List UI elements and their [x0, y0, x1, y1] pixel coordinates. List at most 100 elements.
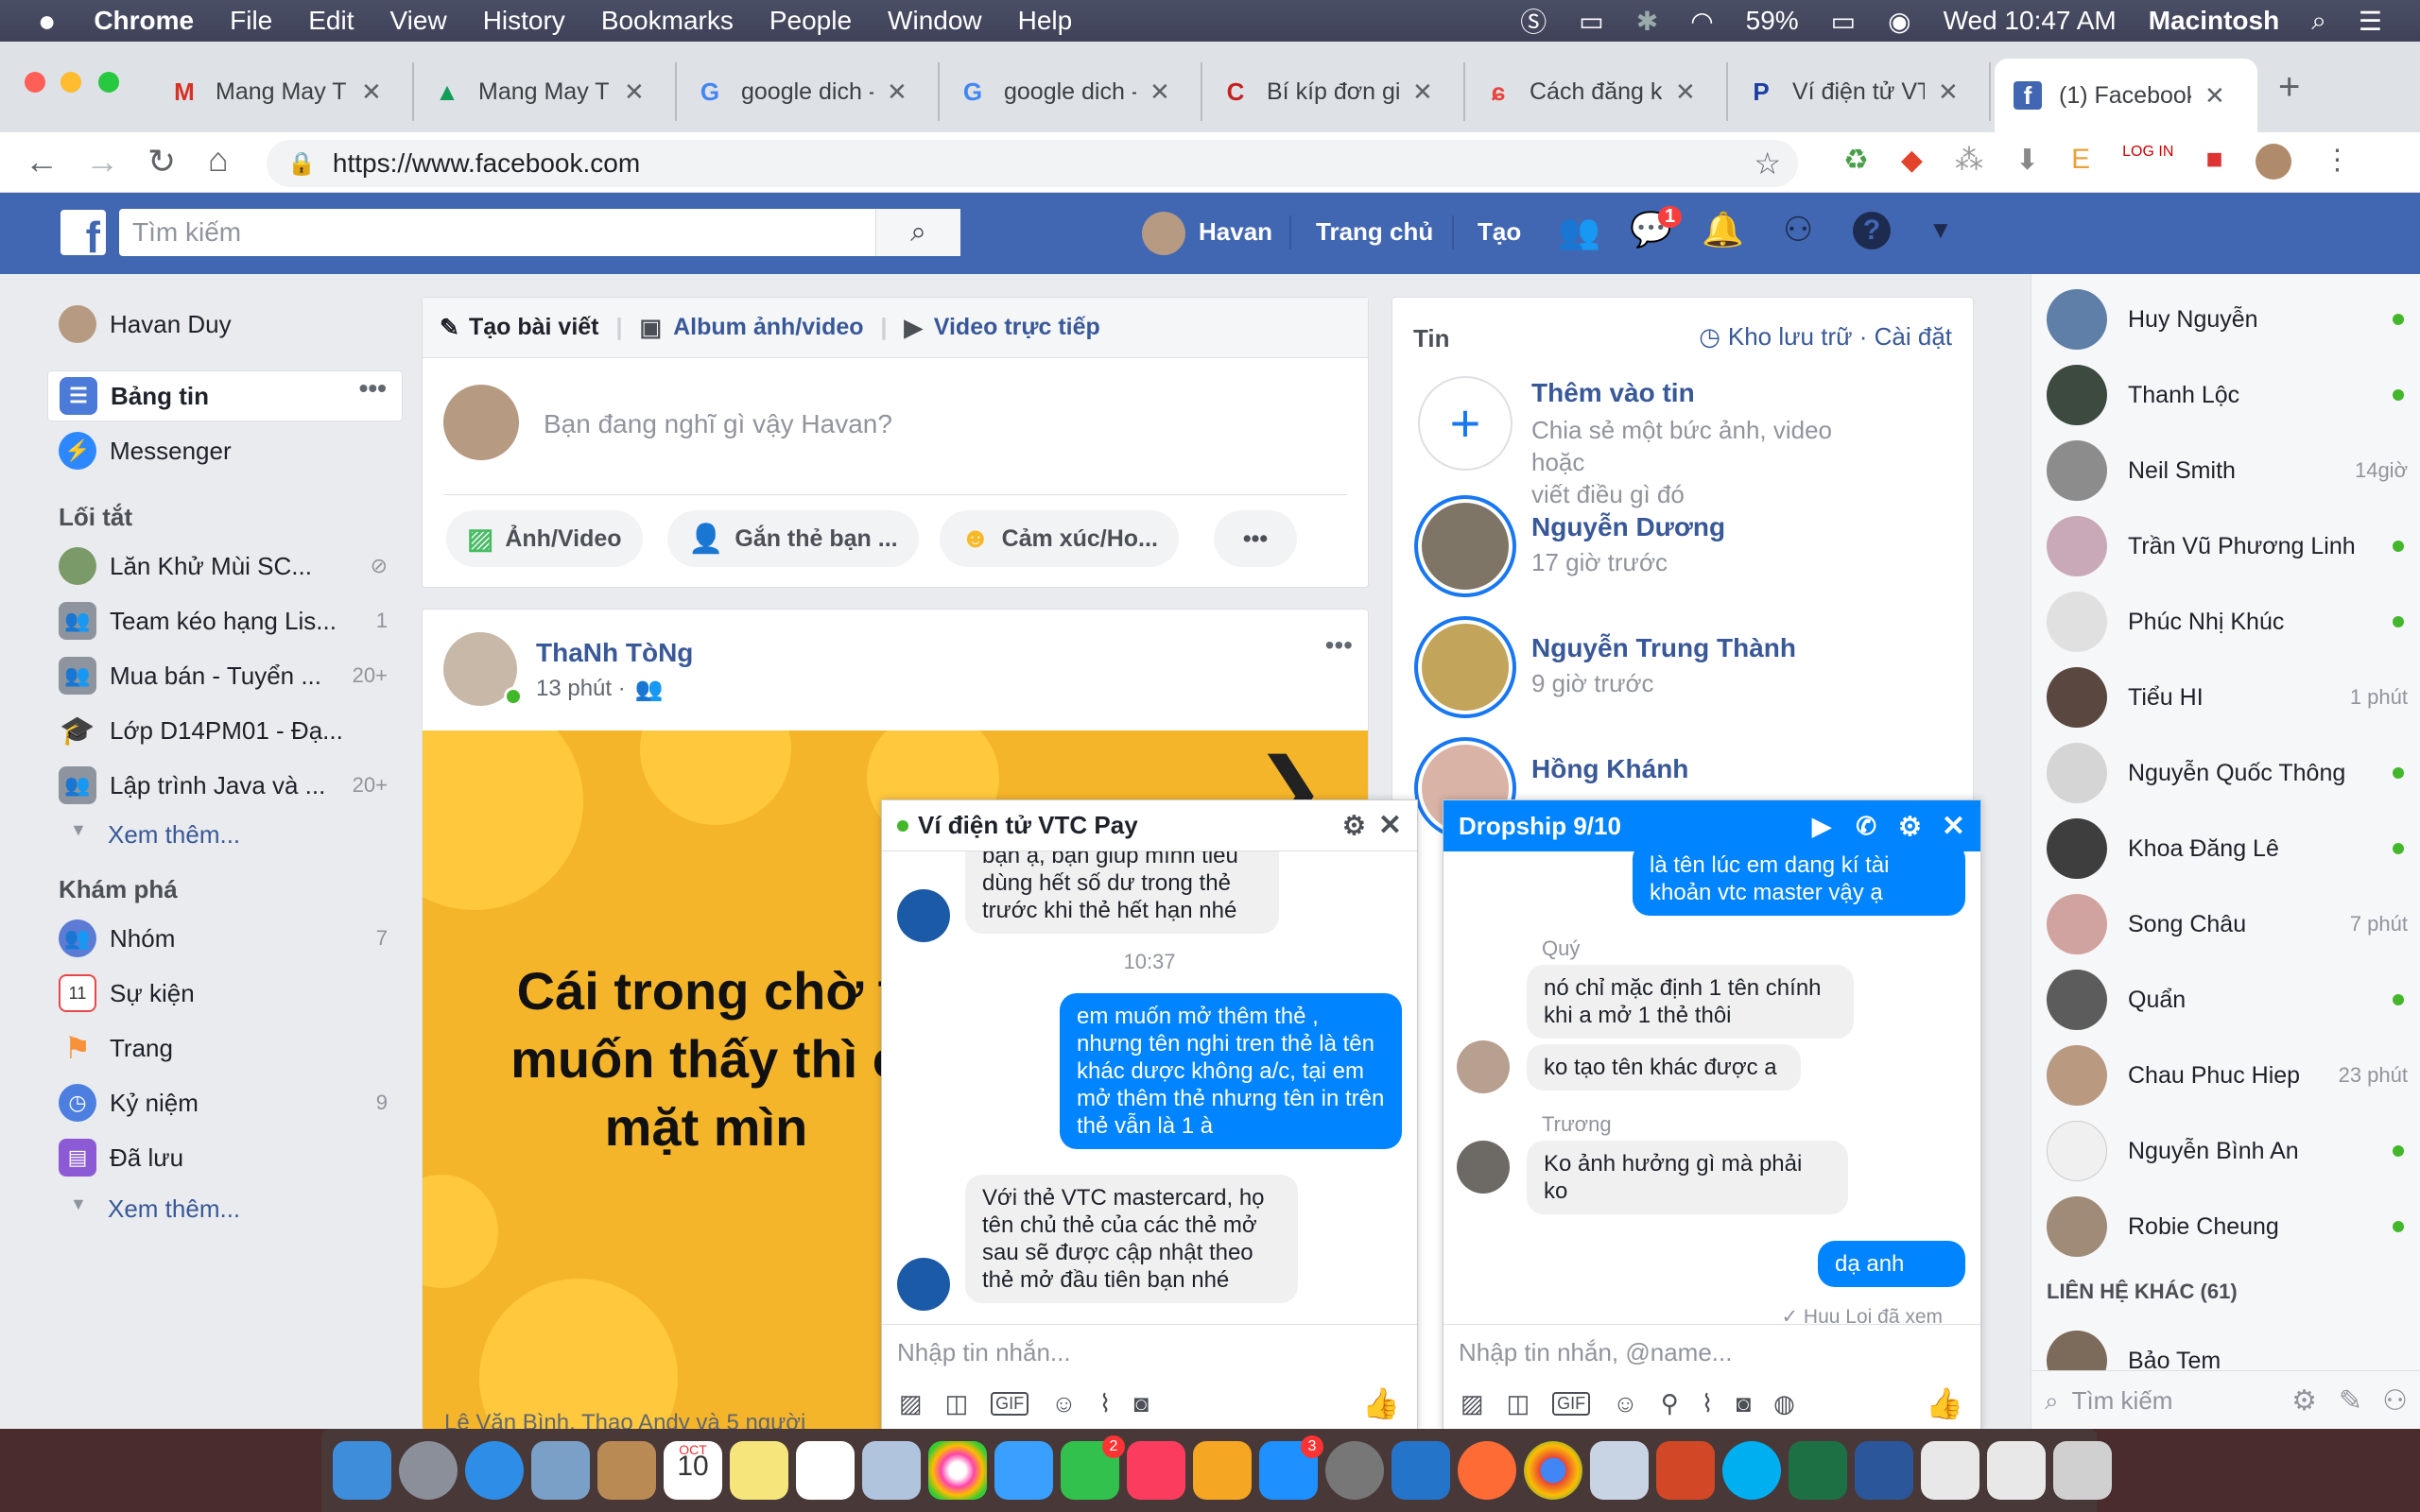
preview-icon[interactable] — [862, 1441, 921, 1500]
stories-links[interactable]: ◷ Kho lưu trữ · Cài đặt — [1699, 322, 1952, 352]
tab-live-video[interactable]: ▶ Video trực tiếp — [905, 314, 1100, 342]
ibooks-icon[interactable] — [1193, 1441, 1252, 1500]
e-extension-icon[interactable]: E — [2071, 144, 2090, 180]
skype-icon[interactable] — [1722, 1441, 1781, 1500]
add-story[interactable]: + Thêm vào tin Chia sẻ một bức ảnh, vide… — [1414, 376, 1849, 508]
contact-item[interactable]: Trần Vũ Phương Linh — [2047, 508, 2417, 584]
chat-header[interactable]: Dropship 9/10 ▶ ✆ ⚙ ✕ — [1443, 800, 1980, 851]
tree-extension-icon[interactable]: ⁂ — [1955, 144, 1983, 180]
calendar-icon[interactable]: OCT 10 — [664, 1441, 722, 1500]
home-icon[interactable]: ⌂ — [208, 140, 229, 180]
downloads-stack-icon[interactable] — [1987, 1441, 2046, 1500]
search-input[interactable]: Tìm kiếm ⌕ — [119, 209, 960, 256]
notifications-icon[interactable]: 🔔 — [1702, 210, 1744, 249]
new-message-icon[interactable]: ✎ — [2339, 1384, 2362, 1418]
word-icon[interactable] — [1855, 1441, 1913, 1500]
profile-link[interactable]: Havan Duy — [47, 299, 403, 350]
zoom-window-button[interactable] — [98, 72, 119, 93]
post-options-icon[interactable]: ••• — [1325, 630, 1353, 661]
gear-icon[interactable]: ⚙ — [1898, 811, 1922, 842]
payment-icon[interactable]: ⚲ — [1661, 1389, 1679, 1418]
finder-icon[interactable] — [333, 1441, 391, 1500]
battery-icon[interactable]: ▭ — [1831, 6, 1856, 37]
app-store-icon[interactable]: 3 — [1259, 1435, 1323, 1500]
address-bar[interactable]: 🔒 https://www.facebook.com ☆ — [267, 140, 1798, 187]
close-tab-icon[interactable]: ✕ — [1412, 77, 1433, 107]
feeling-button[interactable]: ☻ Cảm xúc/Ho... — [940, 510, 1179, 567]
forward-icon[interactable]: → — [85, 142, 119, 181]
archive-settings-link[interactable]: Kho lưu trữ · Cài đặt — [1728, 322, 1952, 352]
phone-icon[interactable]: ✆ — [1856, 812, 1876, 841]
sidebar-item-memories[interactable]: ◷ Kỷ niệm 9 — [47, 1077, 403, 1128]
sidebar-item-events[interactable]: 11 Sự kiện — [47, 968, 403, 1019]
browser-tab[interactable]: ɕ Cách đăng ký ✕ — [1465, 62, 1728, 121]
login-extension-icon[interactable]: LOG IN — [2122, 144, 2173, 180]
sidebar-item-pages[interactable]: ⚑ Trang — [47, 1022, 403, 1074]
voice-icon[interactable]: ◍ — [1773, 1389, 1795, 1418]
itunes-icon[interactable] — [1127, 1441, 1185, 1500]
tab-photo-album[interactable]: ▣ Album ảnh/video — [640, 314, 864, 342]
browser-tab[interactable]: Ggoogle dich - Tìm ✕ — [940, 62, 1202, 121]
postman-icon[interactable] — [1458, 1441, 1516, 1500]
sidebar-item-groups[interactable]: 👥 Nhóm 7 — [47, 913, 403, 964]
attach-icon[interactable]: ⌇ — [1099, 1389, 1112, 1418]
gitlab-extension-icon[interactable]: ◆ — [1901, 144, 1923, 180]
sidebar-item-saved[interactable]: ▤ Đã lưu — [47, 1132, 403, 1183]
close-tab-icon[interactable]: ✕ — [2204, 81, 2225, 111]
reload-icon[interactable]: ↻ — [147, 142, 176, 181]
gear-icon[interactable]: ⚙ — [2291, 1384, 2317, 1418]
contacts-search[interactable]: ⌕ Tìm kiếm ⚙ ✎ ⚇ — [2031, 1370, 2420, 1431]
photos-icon[interactable] — [928, 1441, 987, 1500]
shortcut-item[interactable]: 🎓 Lớp D14PM01 - Đạ... — [47, 705, 403, 756]
red-extension-icon[interactable]: ■ — [2205, 144, 2222, 180]
system-preferences-icon[interactable] — [1325, 1441, 1384, 1500]
contact-item[interactable]: Khoa Đăng Lê — [2047, 811, 2417, 886]
image-icon[interactable]: ▨ — [899, 1389, 923, 1418]
like-icon[interactable]: 👍 — [1926, 1385, 1963, 1421]
user-menu[interactable]: Macintosh — [2149, 6, 2279, 36]
battery-percent[interactable]: 59% — [1746, 6, 1799, 36]
new-tab-button[interactable]: + — [2278, 66, 2300, 109]
nav-home[interactable]: Trang chủ — [1316, 217, 1433, 247]
spotlight-icon[interactable]: ⌕ — [2311, 6, 2326, 37]
video-call-icon[interactable]: ▶ — [1812, 812, 1831, 841]
see-more-link[interactable]: Xem thêm... — [108, 820, 240, 850]
facebook-logo-icon[interactable]: f — [60, 210, 106, 262]
tag-friends-button[interactable]: 👤 Gắn thẻ bạn ... — [667, 510, 919, 567]
contact-item[interactable]: Tiểu HI 1 phút — [2047, 660, 2417, 735]
camera-icon[interactable]: ◙ — [1736, 1389, 1751, 1418]
screenshot-icon[interactable] — [1590, 1441, 1649, 1500]
browser-tab[interactable]: M Mang May Tính ✕ — [151, 62, 414, 121]
new-group-icon[interactable]: ⚇ — [2382, 1384, 2408, 1418]
sidebar-item-feed[interactable]: ☰ Bảng tin ••• — [47, 370, 403, 421]
sticker-icon[interactable]: ◫ — [1507, 1389, 1530, 1418]
image-icon[interactable]: ▨ — [1461, 1389, 1484, 1418]
menu-window[interactable]: Window — [888, 6, 982, 36]
mail-icon[interactable] — [531, 1441, 590, 1500]
close-tab-icon[interactable]: ✕ — [1150, 77, 1170, 107]
contact-item[interactable]: Nguyễn Bình An — [2047, 1113, 2417, 1189]
vscode-icon[interactable] — [1392, 1441, 1450, 1500]
menu-view[interactable]: View — [390, 6, 447, 36]
quick-help-icon[interactable]: ⚇ — [1783, 210, 1813, 249]
shortcut-item[interactable]: 👥 Team kéo hạng Lis... 1 — [47, 595, 403, 646]
browser-tab[interactable]: ▲ Mang May Tính ✕ — [414, 62, 677, 121]
chat-header[interactable]: Ví điện tử VTC Pay ⚙ ✕ — [882, 800, 1417, 851]
shortcut-item[interactable]: 👥 Mua bán - Tuyển ... 20+ — [47, 650, 403, 701]
account-menu-icon[interactable]: ▼ — [1928, 215, 1953, 245]
apple-menu-icon[interactable]: ● — [38, 4, 56, 39]
siri-icon[interactable]: ◉ — [1888, 6, 1910, 37]
menu-help[interactable]: Help — [1018, 6, 1073, 36]
trash-icon[interactable] — [2053, 1441, 2112, 1500]
story-item[interactable]: Nguyễn Trung Thành 9 giờ trước — [1414, 616, 1849, 720]
contact-item[interactable]: Thanh Lộc — [2047, 357, 2417, 433]
contact-item[interactable]: Chau Phuc Hiep 23 phút — [2047, 1038, 2417, 1113]
download-extension-icon[interactable]: ⬇ — [2015, 144, 2039, 180]
composer-input[interactable]: Bạn đang nghĩ gì vậy Havan? — [544, 409, 892, 439]
messages-icon[interactable] — [994, 1441, 1053, 1500]
gif-icon[interactable]: GIF — [1552, 1391, 1591, 1416]
message-input[interactable]: Nhập tin nhắn... — [882, 1324, 1417, 1377]
facetime-icon[interactable]: 2 — [1061, 1435, 1125, 1500]
browser-tab[interactable]: P Ví điện tử VTC ✕ — [1728, 62, 1991, 121]
emoji-icon[interactable]: ☺ — [1051, 1389, 1077, 1418]
